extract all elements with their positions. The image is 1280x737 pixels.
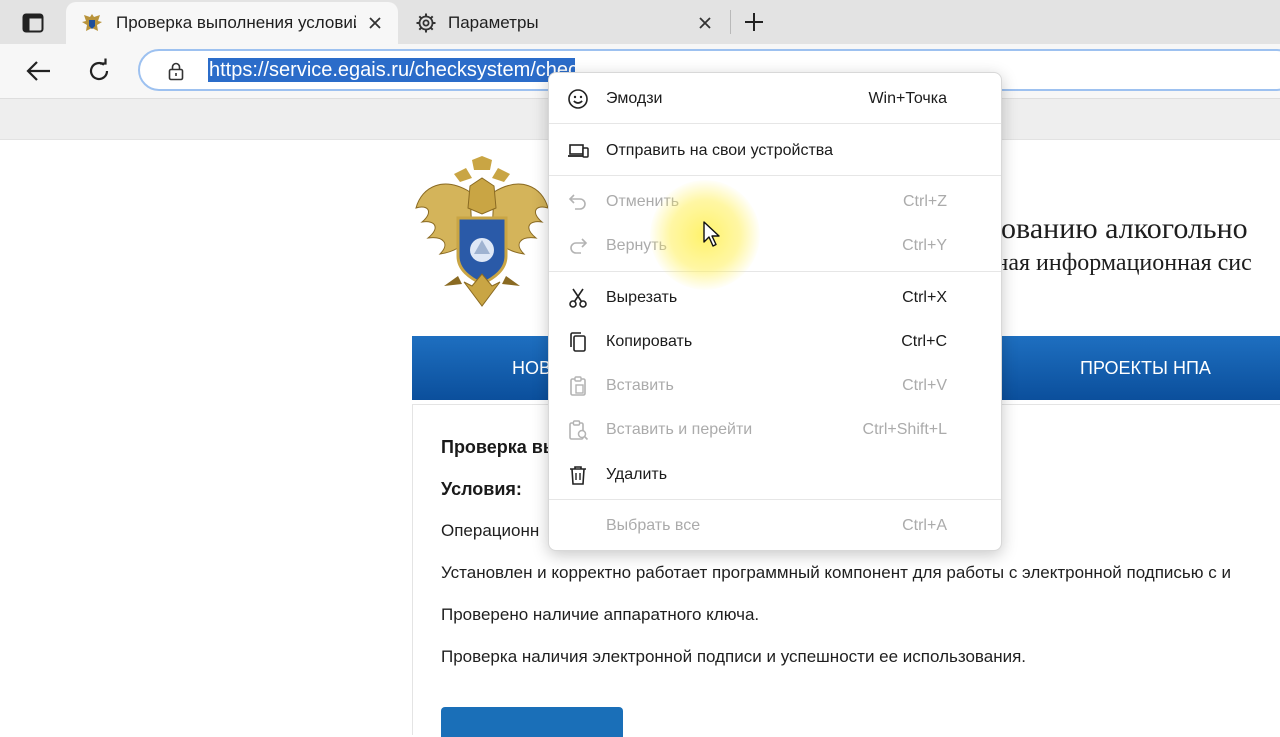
redo-icon [570, 238, 588, 254]
menu-item-emoji[interactable]: Эмодзи Win+Точка [549, 77, 1001, 121]
context-menu: Эмодзи Win+Точка Отправить на свои устро… [548, 72, 1002, 551]
nav-item-npa-projects[interactable]: ПРОЕКТЫ НПА [1080, 358, 1211, 379]
agency-title: ированию алкогольно [970, 212, 1248, 245]
menu-separator [549, 123, 1001, 124]
gear-icon [416, 13, 436, 33]
lock-icon[interactable] [166, 61, 186, 81]
condition-signature-check: Проверка наличия электронной подписи и у… [441, 647, 1027, 666]
menu-item-label: Копировать [606, 333, 693, 350]
tab-check-conditions[interactable]: Проверка выполнения условий [66, 2, 398, 44]
menu-separator [549, 499, 1001, 500]
condition-hardware-key: Проверено наличие аппаратного ключа. [441, 605, 760, 624]
nav-item-news[interactable]: НОВ [512, 358, 551, 379]
menu-item-label: Удалить [606, 466, 668, 483]
close-tab-icon[interactable] [696, 14, 714, 32]
mouse-pointer-icon [703, 221, 720, 247]
tab-title: Параметры [448, 13, 539, 32]
menu-item-shortcut: Ctrl+C [901, 333, 947, 350]
menu-item-label: Вставить и перейти [606, 421, 753, 438]
tab-title: Проверка выполнения условий [116, 13, 356, 32]
tab-settings[interactable]: Параметры [400, 2, 728, 44]
menu-item-paste: Вставить Ctrl+V [549, 364, 1001, 408]
menu-item-label: Эмодзи [606, 90, 663, 107]
close-tab-icon[interactable] [366, 14, 384, 32]
menu-separator [549, 175, 1001, 176]
menu-item-label: Вырезать [606, 289, 678, 306]
tab-separator [730, 10, 731, 34]
tab-strip: Проверка выполнения условий Параметры [0, 0, 1280, 44]
url-text[interactable]: https://service.egais.ru/checksystem/che… [208, 58, 575, 82]
new-tab-icon[interactable] [740, 8, 768, 36]
menu-item-copy[interactable]: Копировать Ctrl+C [549, 320, 1001, 364]
undo-icon [568, 194, 586, 210]
scissors-icon [569, 288, 587, 308]
menu-item-undo: Отменить Ctrl+Z [549, 180, 1001, 224]
reload-button[interactable] [84, 56, 114, 86]
tab-actions-button[interactable] [16, 9, 50, 37]
tab-actions-icon [22, 13, 44, 33]
start-check-button[interactable] [441, 707, 623, 737]
menu-item-cut[interactable]: Вырезать Ctrl+X [549, 276, 1001, 320]
menu-item-shortcut: Ctrl+V [902, 377, 947, 394]
copy-icon [570, 332, 586, 352]
back-arrow-icon [26, 61, 50, 81]
menu-item-shortcut: Ctrl+X [902, 289, 947, 306]
page-heading: Проверка вы [441, 437, 559, 457]
agency-subtitle: анная информационная сис [972, 250, 1252, 276]
back-button[interactable] [24, 56, 54, 86]
eagle-emblem-favicon [82, 14, 102, 31]
reload-icon [89, 58, 109, 81]
menu-item-label: Выбрать все [606, 517, 701, 534]
menu-item-shortcut: Ctrl+Z [903, 193, 947, 210]
menu-item-label: Отправить на свои устройства [606, 142, 833, 159]
menu-item-select-all: Выбрать все Ctrl+A [549, 504, 1001, 548]
conditions-label: Условия: [441, 479, 522, 499]
menu-item-send-to-devices[interactable]: Отправить на свои устройства [549, 129, 1001, 173]
menu-item-paste-and-go: Вставить и перейти Ctrl+Shift+L [549, 408, 1001, 452]
send-to-devices-icon [568, 144, 589, 158]
paste-icon [570, 376, 586, 396]
trash-icon [570, 466, 586, 485]
menu-item-shortcut: Ctrl+Y [902, 237, 947, 254]
menu-item-delete[interactable]: Удалить [549, 453, 1001, 497]
menu-item-shortcut: Win+Точка [868, 90, 947, 107]
emoji-icon [568, 89, 588, 109]
menu-item-redo: Вернуть Ctrl+Y [549, 224, 1001, 268]
condition-signature-component: Установлен и корректно работает программ… [441, 563, 1231, 582]
menu-item-shortcut: Ctrl+A [902, 517, 947, 534]
eagle-emblem-logo [415, 156, 549, 307]
condition-os: Операционн [441, 521, 540, 540]
paste-and-go-icon [569, 420, 589, 441]
menu-item-shortcut: Ctrl+Shift+L [862, 421, 947, 438]
menu-separator [549, 271, 1001, 272]
menu-item-label: Вставить [606, 377, 674, 394]
